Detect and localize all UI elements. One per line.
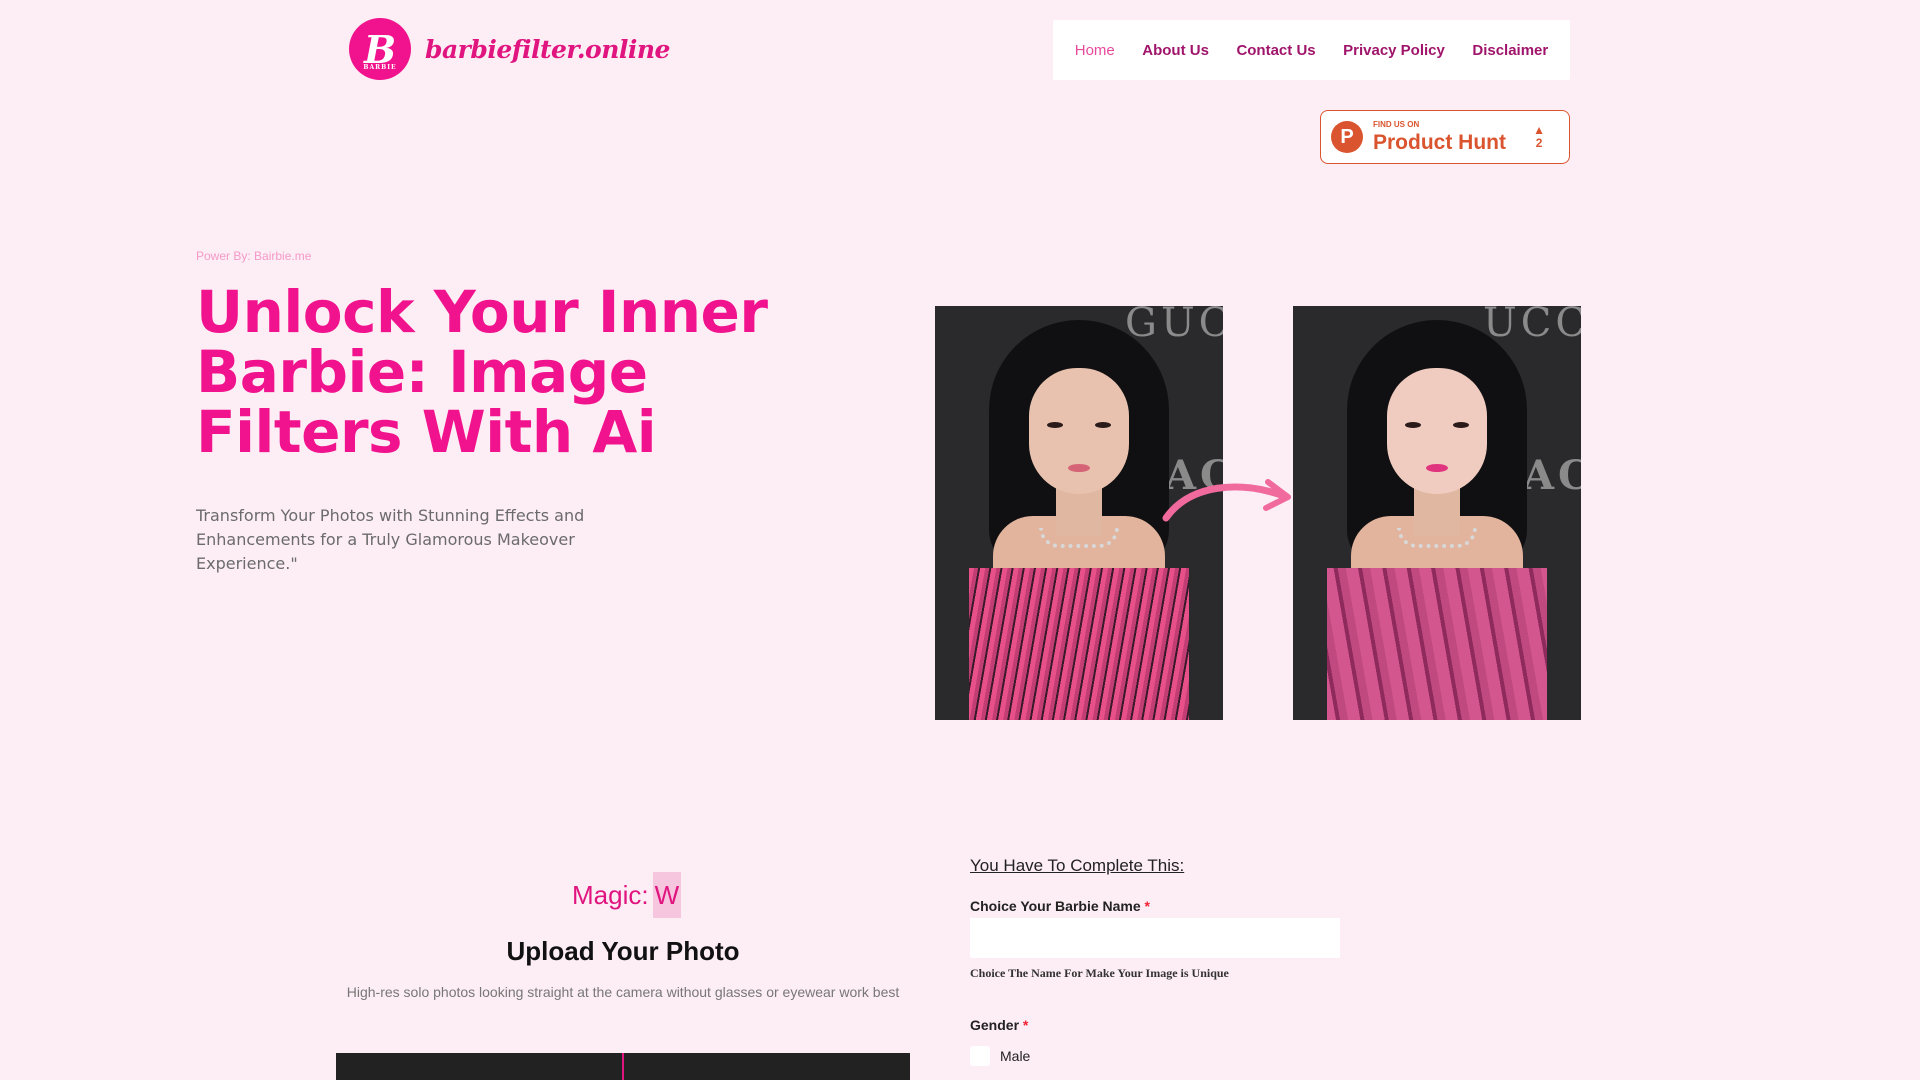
- gender-male-label: Male: [1000, 1048, 1031, 1064]
- upload-subtitle: High-res solo photos looking straight at…: [346, 984, 900, 1000]
- product-hunt-votes: ▲ 2: [1533, 123, 1545, 150]
- product-hunt-icon: P: [1331, 121, 1363, 153]
- nav-contact-us[interactable]: Contact Us: [1236, 42, 1315, 59]
- nav-about-us[interactable]: About Us: [1142, 42, 1209, 59]
- main-nav: Home About Us Contact Us Privacy Policy …: [1053, 20, 1570, 80]
- gender-option-male[interactable]: Male: [970, 1046, 1030, 1066]
- after-bg-text-top: UCC: [1483, 306, 1581, 346]
- powered-by-text: Power By: Bairbie.me: [196, 249, 312, 263]
- transform-arrow-icon: [1162, 479, 1291, 522]
- nav-home[interactable]: Home: [1075, 42, 1115, 59]
- barbie-name-input[interactable]: [970, 918, 1340, 958]
- before-bg-text-top: GUC: [1125, 306, 1223, 346]
- site-logo[interactable]: B BARBIE barbiefilter.online: [349, 18, 670, 80]
- magic-typing-label: Magic: W: [572, 872, 682, 918]
- product-hunt-find-us: FIND US ON: [1373, 120, 1420, 129]
- hero-subtitle: Transform Your Photos with Stunning Effe…: [196, 506, 585, 573]
- required-mark: *: [1022, 1017, 1029, 1033]
- required-mark: *: [1144, 898, 1150, 914]
- after-image: UCC ACM: [1293, 306, 1581, 720]
- nav-disclaimer[interactable]: Disclaimer: [1472, 42, 1548, 59]
- barbie-name-label-text: Choice Your Barbie Name: [970, 898, 1141, 914]
- brand-name: barbiefilter.online: [425, 34, 670, 64]
- gender-male-checkbox[interactable]: [970, 1046, 990, 1066]
- barbie-name-label: Choice Your Barbie Name *: [970, 898, 1150, 914]
- magic-label: Magic:: [572, 879, 649, 910]
- after-bg-text-mid: ACM: [1523, 452, 1581, 499]
- gender-label-text: Gender: [970, 1017, 1020, 1033]
- barbie-name-help: Choice The Name For Make Your Image is U…: [970, 966, 1229, 980]
- product-hunt-badge[interactable]: P FIND US ON Product Hunt ▲ 2: [1320, 110, 1570, 164]
- gender-label: Gender *: [970, 1017, 1028, 1033]
- logo-mark-sub: BARBIE: [363, 64, 397, 71]
- product-hunt-name: Product Hunt: [1373, 131, 1506, 154]
- logo-badge-icon: B BARBIE: [349, 18, 411, 80]
- magic-typed-text: W: [652, 872, 682, 918]
- nav-privacy-policy[interactable]: Privacy Policy: [1343, 42, 1445, 59]
- upload-preview-area[interactable]: [336, 1053, 910, 1080]
- form-heading: You Have To Complete This:: [970, 856, 1185, 875]
- compare-divider-handle[interactable]: [622, 1053, 624, 1080]
- hero-title: Unlock Your Inner Barbie: Image Filters …: [196, 278, 768, 466]
- upload-title: Upload Your Photo: [506, 936, 740, 966]
- vote-count: 2: [1535, 136, 1543, 150]
